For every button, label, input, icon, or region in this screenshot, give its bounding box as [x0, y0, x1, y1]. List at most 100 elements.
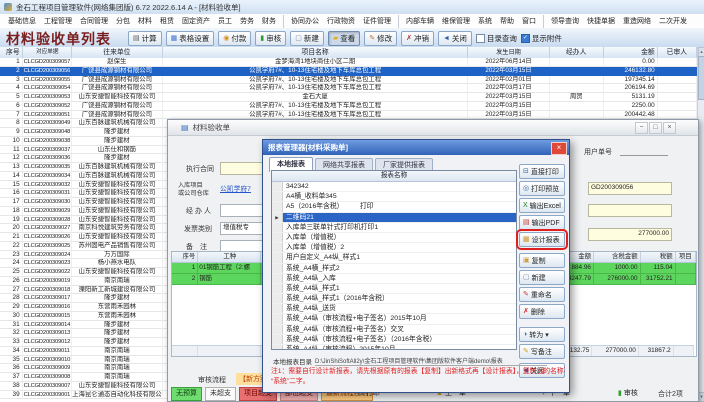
report-dialog-titlebar[interactable]: 报表管理器[材料采购单] — [263, 140, 569, 155]
report-button[interactable]: ⊟ 直接打印 — [519, 164, 565, 179]
column-header-amount[interactable]: 金额 — [604, 47, 658, 58]
report-button[interactable]: ✎ 重命名 — [519, 287, 565, 302]
report-list-item[interactable]: ▶ 系统_A4纵（审核流程）2015年10月 — [272, 345, 516, 350]
column-header-doc[interactable]: 对应单据 — [23, 47, 72, 58]
menu-item[interactable]: 二次开发 — [655, 15, 691, 28]
toolbar-button[interactable]: ▢ 新建 — [290, 31, 324, 46]
toolbar-button[interactable]: ▮ 审核 — [255, 31, 286, 46]
report-list-item[interactable]: ▶ 系统_A4纵_送货 — [272, 304, 516, 314]
toolbar-button[interactable]: ▦ 表格设置 — [166, 31, 215, 46]
menu-item[interactable]: 分包 — [112, 15, 134, 28]
report-button[interactable]: ▢ 新建 — [519, 270, 565, 285]
aux-field[interactable] — [588, 204, 672, 217]
cell-seq: 13 — [0, 163, 23, 172]
table-row[interactable]: 4 CLCGD200309054 广饶县成源钢材有限公司 公凯学府7#、10-1… — [0, 84, 697, 93]
cell-seq: 5 — [0, 93, 23, 102]
report-list-item[interactable]: ▶ 入库单（增值税）2 — [272, 243, 516, 253]
toolbar-button[interactable]: ✎ 修改 — [364, 31, 397, 46]
scrollbar-thumb[interactable] — [698, 56, 704, 100]
menu-item[interactable]: 内部车辆 — [402, 15, 438, 28]
table-row[interactable]: 6 CLCGD200309052 广饶县成源钢材有限公司 公凯学府7#、10-1… — [0, 102, 697, 111]
report-list-item[interactable]: ▶ A5（2016年含税） 打印 — [272, 202, 516, 212]
toolbar-button[interactable]: ◉ 付款 — [218, 31, 251, 46]
menu-item[interactable]: 系统 — [474, 15, 496, 28]
menu-item[interactable]: 租赁 — [156, 15, 178, 28]
close-icon[interactable]: × — [551, 142, 567, 155]
menu-item[interactable]: 协同办公 — [287, 15, 323, 28]
user-doc-no-field[interactable] — [620, 147, 668, 156]
column-header-seq[interactable]: 序号 — [0, 47, 23, 58]
toolbar-button[interactable]: ✗ 冲销 — [401, 31, 434, 46]
report-list-item[interactable]: ▶ A4横_收料单345 — [272, 192, 516, 202]
cell-doc-code: CLCGD200309051 — [23, 111, 72, 120]
column-header-vendor[interactable]: 往来单位 — [72, 47, 163, 58]
report-list-item[interactable]: ▶ 系统_A4纵_样式1（2016年含税） — [272, 294, 516, 304]
column-header-agent[interactable]: 经办人 — [550, 47, 604, 58]
report-list-item[interactable]: ▶ 系统_A4横_样式2 — [272, 264, 516, 274]
cell-seq: 17 — [0, 198, 23, 207]
report-list-item[interactable]: ▶ 系统_A4纵（审核流程+电子签名）交叉 — [272, 325, 516, 335]
report-list-item[interactable]: ▶ 入库单三联单针式打印机打印1 — [272, 223, 516, 233]
report-button[interactable]: ▦ 设计报表 — [519, 232, 565, 247]
table-row[interactable]: 7 CLCGD200309051 广饶县成源钢材有限公司 公凯学府7#、10-1… — [0, 111, 697, 120]
table-row[interactable]: 5 CLCGD200309053 山东安捷智能科技有限公司 金石大厦 2022年… — [0, 93, 697, 102]
maximize-icon[interactable]: □ — [649, 122, 662, 134]
report-list-item[interactable]: ▶ 系统_A4纵（审核流程+电子签名）（2016年含税） — [272, 335, 516, 345]
menu-item[interactable]: 证件管理 — [359, 15, 399, 28]
table-row[interactable]: 2 CLCGD200309056 广饶县成源钢材有限公司 公凯学府7#、10-1… — [0, 67, 697, 76]
toolbar-button[interactable]: ▤ 计算 — [128, 31, 162, 46]
report-button[interactable]: ▤ 输出PDF — [519, 215, 565, 230]
report-button[interactable]: X 输出Excel — [519, 198, 565, 213]
cell-doc-code: CLCGD200309028 — [23, 216, 72, 225]
report-name: 入库单（增值税） — [283, 233, 516, 242]
toolbar-button[interactable]: ◄ 关闭 — [438, 31, 472, 46]
report-list-item[interactable]: ▶ 入库单（增值税） — [272, 233, 516, 243]
menu-item[interactable]: 合同管理 — [76, 15, 112, 28]
column-header-project[interactable]: 项目名称 — [163, 47, 468, 58]
menu-item[interactable]: 快捷单据 — [583, 15, 619, 28]
report-list-item[interactable]: ▶ 系统_A4纵_入库 — [272, 274, 516, 284]
dialog-titlebar[interactable]: ▤ 材料验收单 − □ × — [168, 120, 698, 136]
table-row[interactable]: 1 CLCGD200309057 赵保生 金梦海湾1地块商住小区二期 2022年… — [0, 58, 697, 67]
cell-vendor: 山东仕和钢筋 — [72, 146, 163, 155]
report-list-item[interactable]: ▶ 二维码21 — [272, 213, 516, 223]
report-list-item[interactable]: ▶ 342342 — [272, 182, 516, 192]
row-selector: ▶ — [272, 314, 283, 323]
close-icon[interactable]: × — [663, 122, 676, 134]
report-list-item[interactable]: ▶ 用户自定义_A4纵_样式1 — [272, 253, 516, 263]
menu-item[interactable]: 维保管理 — [438, 15, 474, 28]
menu-item[interactable]: 领导查询 — [547, 15, 583, 28]
report-button-label: 直接打印 — [531, 167, 559, 177]
menu-item[interactable]: 财务 — [258, 15, 284, 28]
menu-item[interactable]: 窗口 — [518, 15, 544, 28]
grid-cell-taxincl: 276000.00 — [594, 274, 641, 284]
report-button[interactable]: ▣ 复制 — [519, 253, 565, 268]
menu-item[interactable]: 工程管理 — [40, 15, 76, 28]
menu-item[interactable]: 材料 — [134, 15, 156, 28]
minimize-icon[interactable]: − — [635, 122, 648, 134]
menu-item[interactable]: 重造网络 — [619, 15, 655, 28]
total-amount-field[interactable]: 277000.00 — [588, 228, 672, 241]
menu-item[interactable]: 帮助 — [496, 15, 518, 28]
menu-item[interactable]: 劳务 — [236, 15, 258, 28]
menu-item[interactable]: 行政物资 — [323, 15, 359, 28]
column-header-date[interactable]: 发生日期 — [468, 47, 549, 58]
report-button[interactable]: ✗ 删除 — [519, 304, 565, 319]
checkbox-catalog-query[interactable]: 目录查询 — [476, 33, 517, 44]
cell-amount: 197345.14 — [604, 76, 658, 85]
checkbox-show-attachments[interactable]: ✓ 显示附件 — [521, 33, 562, 44]
menu-item[interactable]: 基础信息 — [4, 15, 40, 28]
menu-item[interactable]: 员工 — [214, 15, 236, 28]
table-row[interactable]: 3 CLCGD200309055 广饶县成源钢材有限公司 公凯学府7#、10-1… — [0, 76, 697, 85]
report-list-item[interactable]: ▶ 系统_A4纵（审核流程+电子签名）2015年10月 — [272, 314, 516, 324]
menu-item[interactable]: 固定资产 — [178, 15, 214, 28]
column-header-approver[interactable]: 已审人 — [658, 47, 697, 58]
report-button[interactable]: ◎ 打印预览 — [519, 181, 565, 196]
doc-no-field[interactable]: GD200309056 — [588, 182, 672, 195]
path-value: D:\JinShiSoftAll2y\金石工程项目管理软件\集团版软件客户端de… — [315, 356, 547, 366]
dialog-bottom-button[interactable]: ▮ 审核 — [618, 387, 638, 399]
report-list-item[interactable]: ▶ 系统_A4纵_样式1 — [272, 284, 516, 294]
report-button[interactable]: ◑ 转为 ▾ — [519, 327, 565, 342]
toolbar-button[interactable]: ▰ 查看 — [328, 31, 360, 46]
project-link[interactable]: 公凯学府7 — [220, 183, 264, 193]
